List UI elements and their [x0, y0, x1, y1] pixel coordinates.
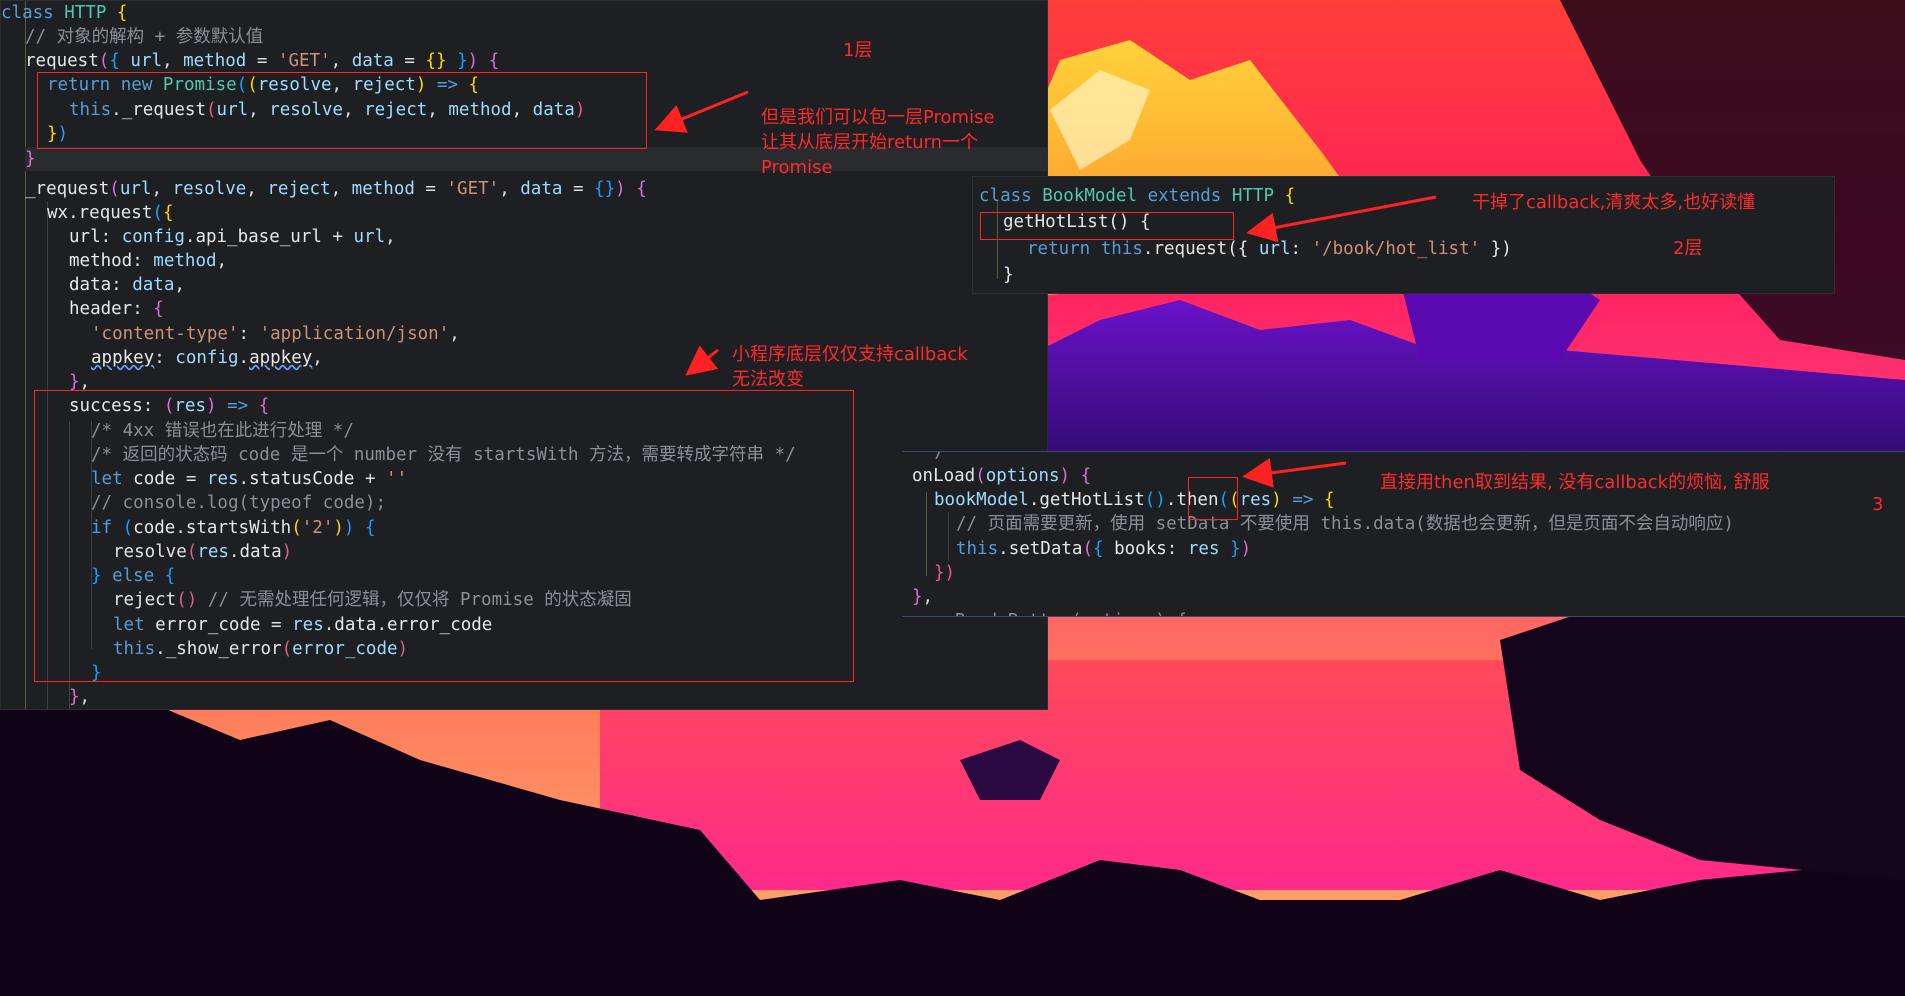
code-line: this.setData({ books: res })	[956, 539, 1252, 559]
code-line: }	[1003, 265, 1014, 285]
code-line: request({ url, method = 'GET', data = {}…	[25, 51, 500, 71]
annotation-layer3: 3	[1872, 494, 1884, 515]
code-line: */	[924, 451, 946, 462]
highlight-box-gethotlist	[980, 212, 1234, 240]
code-line: // 对象的解构 + 参数默认值	[25, 27, 264, 47]
code-line: _request(url, resolve, reject, method = …	[25, 179, 647, 199]
annotation-layer2: 2层	[1673, 238, 1703, 259]
code-line: })	[934, 563, 956, 583]
annotation-use-then: 直接用then取到结果, 没有callback的烦恼, 舒服	[1380, 472, 1770, 493]
highlight-box-then	[1188, 477, 1238, 520]
code-line: // 页面需要更新，使用 setData 不要使用 this.data(数据也会…	[956, 514, 1734, 534]
annotation-wrap-promise-2: 让其从底层开始return一个	[761, 132, 979, 153]
annotation-wrap-promise-1: 但是我们可以包一层Promise	[761, 107, 995, 128]
code-line: class HTTP {	[1, 3, 128, 23]
code-line: method: method,	[69, 251, 228, 271]
code-line: },	[69, 687, 91, 707]
indent-guide	[948, 512, 949, 561]
annotation-wrap-promise-3: Promise	[761, 157, 833, 178]
code-line: header: {	[69, 299, 164, 319]
code-line: wx.request({	[47, 203, 174, 223]
indent-guide	[25, 1, 26, 709]
annotation-callback-only-1: 小程序底层仅仅支持callback	[732, 344, 968, 365]
code-line: url: config.api_base_url + url,	[69, 227, 396, 247]
annotation-layer1: 1层	[843, 40, 873, 61]
code-line: data: data,	[69, 275, 185, 295]
annotation-no-callback: 干掉了callback,清爽太多,也好读懂	[1472, 192, 1756, 213]
code-line: onReadyButton(options) {	[934, 609, 1905, 616]
highlight-box-success	[34, 390, 854, 682]
code-line: 'content-type': 'application/json',	[91, 324, 460, 344]
code-line: return this.request({ url: '/book/hot_li…	[1027, 239, 1512, 259]
code-line: },	[912, 587, 934, 607]
annotation-callback-only-2: 无法改变	[732, 369, 804, 390]
indent-guide	[926, 492, 927, 576]
highlight-box-promise	[37, 72, 647, 149]
